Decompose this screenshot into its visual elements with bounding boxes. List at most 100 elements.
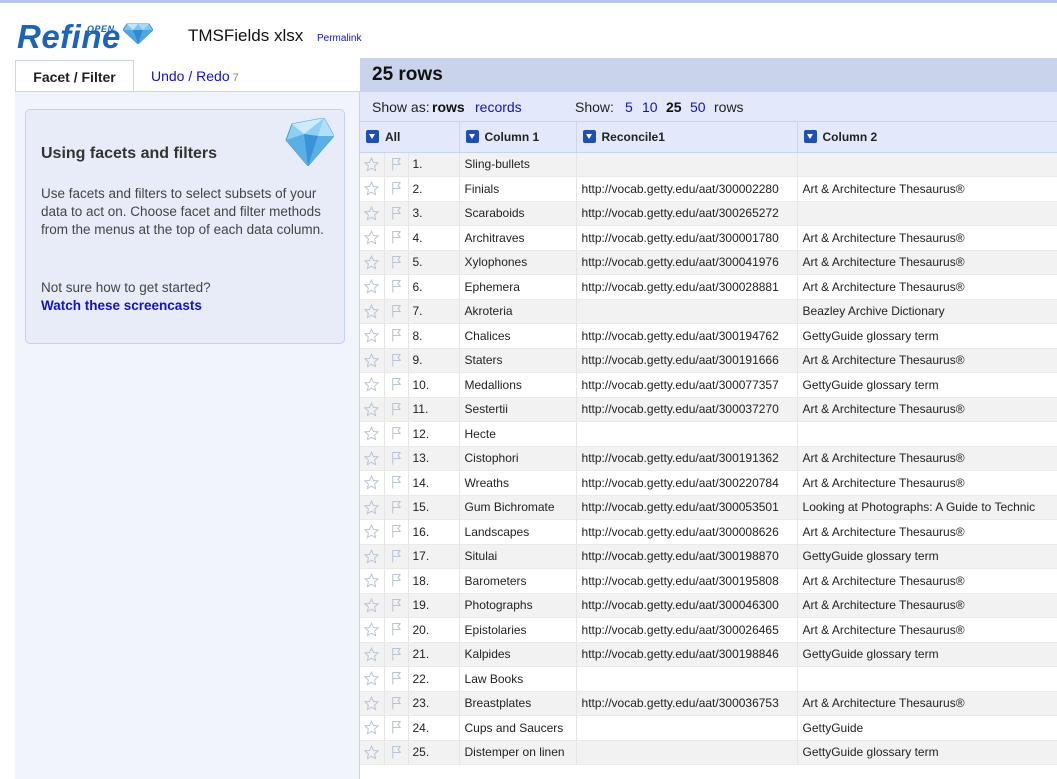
flag-icon[interactable] xyxy=(384,250,409,275)
star-icon[interactable] xyxy=(360,201,385,226)
cell-column-2[interactable]: Looking at Photographs: A Guide to Techn… xyxy=(797,495,1057,520)
cell-column-1[interactable]: Cistophori xyxy=(459,446,577,471)
cell-column-1[interactable]: Medallions xyxy=(459,372,577,398)
page-size-50[interactable]: 50 xyxy=(690,99,706,115)
cell-column-1[interactable]: Gum Bichromate xyxy=(459,495,577,520)
column-header-column-1[interactable]: Column 1 xyxy=(459,122,577,153)
cell-column-2[interactable]: GettyGuide glossary term xyxy=(797,544,1057,569)
cell-column-2[interactable] xyxy=(797,201,1057,226)
flag-icon[interactable] xyxy=(384,421,409,447)
star-icon[interactable] xyxy=(360,691,385,716)
cell-reconcile1[interactable] xyxy=(576,715,798,741)
cell-column-2[interactable]: Art & Architecture Thesaurus® xyxy=(797,348,1057,373)
cell-column-2[interactable]: Art & Architecture Thesaurus® xyxy=(797,470,1057,496)
star-icon[interactable] xyxy=(360,715,385,741)
permalink-link[interactable]: Permalink xyxy=(317,33,361,45)
cell-column-1[interactable]: Photographs xyxy=(459,593,577,618)
star-icon[interactable] xyxy=(360,446,385,471)
cell-reconcile1[interactable]: http://vocab.getty.edu/aat/300194762 xyxy=(576,323,798,349)
cell-reconcile1[interactable]: http://vocab.getty.edu/aat/300220784 xyxy=(576,470,798,496)
cell-column-1[interactable]: Sestertii xyxy=(459,397,577,422)
cell-reconcile1[interactable] xyxy=(576,152,798,177)
cell-column-2[interactable] xyxy=(797,152,1057,177)
cell-column-1[interactable]: Akroteria xyxy=(459,299,577,324)
cell-column-1[interactable]: Landscapes xyxy=(459,519,577,545)
star-icon[interactable] xyxy=(360,372,385,398)
cell-reconcile1[interactable]: http://vocab.getty.edu/aat/300198846 xyxy=(576,642,798,667)
cell-reconcile1[interactable]: http://vocab.getty.edu/aat/300028881 xyxy=(576,274,798,300)
star-icon[interactable] xyxy=(360,495,385,520)
cell-column-1[interactable]: Distemper on linen xyxy=(459,740,577,765)
cell-column-1[interactable]: Staters xyxy=(459,348,577,373)
flag-icon[interactable] xyxy=(384,323,409,349)
cell-column-1[interactable]: Law Books xyxy=(459,666,577,692)
star-icon[interactable] xyxy=(360,274,385,300)
cell-column-2[interactable]: Art & Architecture Thesaurus® xyxy=(797,250,1057,275)
flag-icon[interactable] xyxy=(384,446,409,471)
dropdown-arrow-icon[interactable] xyxy=(366,129,379,143)
flag-icon[interactable] xyxy=(384,299,409,324)
cell-reconcile1[interactable]: http://vocab.getty.edu/aat/300191362 xyxy=(576,446,798,471)
cell-reconcile1[interactable]: http://vocab.getty.edu/aat/300041976 xyxy=(576,250,798,275)
flag-icon[interactable] xyxy=(384,470,409,496)
cell-reconcile1[interactable]: http://vocab.getty.edu/aat/300026465 xyxy=(576,617,798,643)
cell-column-2[interactable] xyxy=(797,421,1057,447)
tab-facet-filter[interactable]: Facet / Filter xyxy=(15,60,134,92)
cell-column-1[interactable]: Wreaths xyxy=(459,470,577,496)
cell-reconcile1[interactable]: http://vocab.getty.edu/aat/300195808 xyxy=(576,568,798,594)
flag-icon[interactable] xyxy=(384,568,409,594)
dropdown-arrow-icon[interactable] xyxy=(803,129,817,143)
star-icon[interactable] xyxy=(360,348,385,373)
page-size-5[interactable]: 5 xyxy=(625,99,633,115)
cell-column-2[interactable]: GettyGuide xyxy=(797,715,1057,741)
star-icon[interactable] xyxy=(360,176,385,202)
flag-icon[interactable] xyxy=(384,152,409,177)
star-icon[interactable] xyxy=(360,421,385,447)
star-icon[interactable] xyxy=(360,299,385,324)
flag-icon[interactable] xyxy=(384,691,409,716)
screencasts-link[interactable]: Watch these screencasts xyxy=(41,297,202,315)
cell-column-2[interactable]: GettyGuide glossary term xyxy=(797,372,1057,398)
star-icon[interactable] xyxy=(360,225,385,251)
star-icon[interactable] xyxy=(360,250,385,275)
cell-column-2[interactable]: Art & Architecture Thesaurus® xyxy=(797,176,1057,202)
star-icon[interactable] xyxy=(360,617,385,643)
cell-column-1[interactable]: Chalices xyxy=(459,323,577,349)
cell-reconcile1[interactable]: http://vocab.getty.edu/aat/300002280 xyxy=(576,176,798,202)
star-icon[interactable] xyxy=(360,666,385,692)
star-icon[interactable] xyxy=(360,593,385,618)
tab-undo-redo[interactable]: Undo / Redo 7 xyxy=(151,60,239,92)
star-icon[interactable] xyxy=(360,397,385,422)
refine-logo[interactable]: Refine OPEN xyxy=(17,17,154,53)
star-icon[interactable] xyxy=(360,568,385,594)
cell-column-2[interactable]: Art & Architecture Thesaurus® xyxy=(797,446,1057,471)
dropdown-arrow-icon[interactable] xyxy=(582,129,596,143)
cell-column-2[interactable]: GettyGuide glossary term xyxy=(797,642,1057,667)
cell-column-1[interactable]: Cups and Saucers xyxy=(459,715,577,741)
star-icon[interactable] xyxy=(360,740,385,765)
cell-column-1[interactable]: Finials xyxy=(459,176,577,202)
cell-reconcile1[interactable]: http://vocab.getty.edu/aat/300053501 xyxy=(576,495,798,520)
flag-icon[interactable] xyxy=(384,348,409,373)
flag-icon[interactable] xyxy=(384,715,409,741)
cell-reconcile1[interactable]: http://vocab.getty.edu/aat/300037270 xyxy=(576,397,798,422)
column-header-all[interactable]: All xyxy=(360,122,460,153)
cell-column-2[interactable]: Art & Architecture Thesaurus® xyxy=(797,274,1057,300)
column-header-column-2[interactable]: Column 2 xyxy=(797,122,1057,153)
cell-column-2[interactable]: Art & Architecture Thesaurus® xyxy=(797,617,1057,643)
flag-icon[interactable] xyxy=(384,642,409,667)
cell-column-1[interactable]: Hecte xyxy=(459,421,577,447)
page-size-10[interactable]: 10 xyxy=(642,99,658,115)
cell-column-2[interactable]: Beazley Archive Dictionary xyxy=(797,299,1057,324)
cell-column-1[interactable]: Epistolaries xyxy=(459,617,577,643)
flag-icon[interactable] xyxy=(384,176,409,202)
flag-icon[interactable] xyxy=(384,666,409,692)
show-as-records[interactable]: records xyxy=(475,99,522,115)
cell-column-1[interactable]: Scaraboids xyxy=(459,201,577,226)
cell-column-1[interactable]: Situlai xyxy=(459,544,577,569)
column-header-reconcile1[interactable]: Reconcile1 xyxy=(576,122,798,153)
cell-column-1[interactable]: Architraves xyxy=(459,225,577,251)
cell-reconcile1[interactable] xyxy=(576,666,798,692)
cell-reconcile1[interactable]: http://vocab.getty.edu/aat/300008626 xyxy=(576,519,798,545)
flag-icon[interactable] xyxy=(384,201,409,226)
